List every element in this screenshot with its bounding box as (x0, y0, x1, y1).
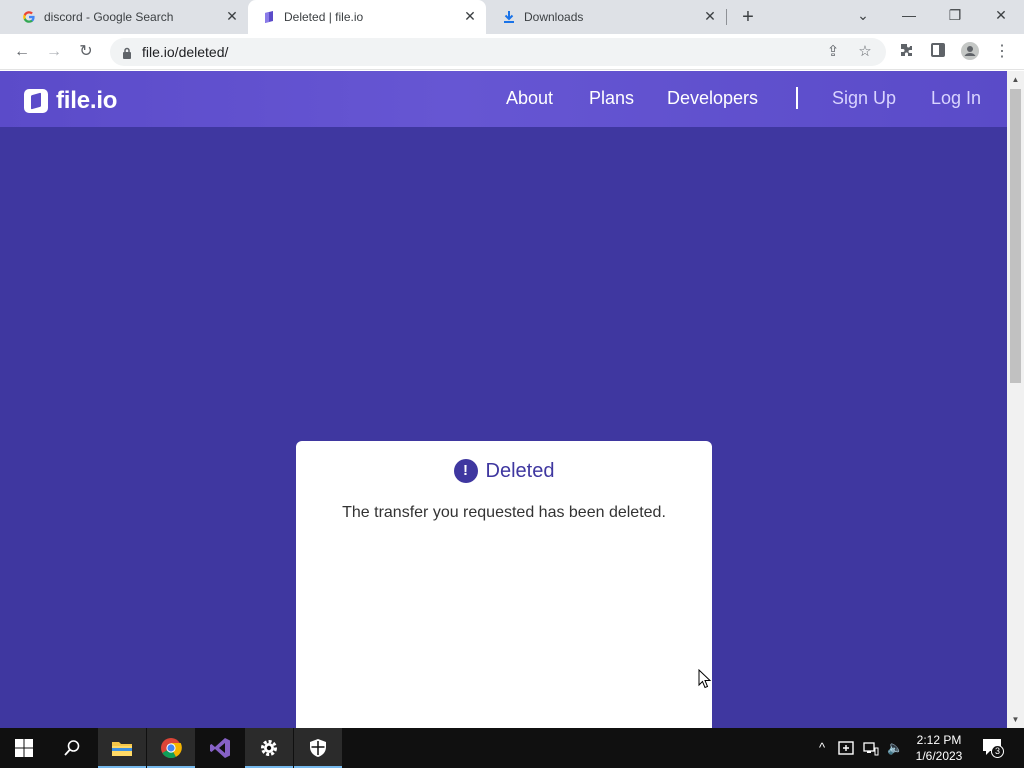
scroll-thumb[interactable] (1010, 89, 1021, 383)
search-icon (64, 740, 80, 756)
clock-date: 1/6/2023 (915, 749, 963, 763)
forward-icon[interactable]: → (44, 42, 64, 62)
fileio-logo-icon (24, 89, 48, 113)
security-button[interactable] (294, 728, 342, 768)
system-clock[interactable]: 2:12 PM 1/6/2023 (906, 732, 972, 764)
download-icon (502, 10, 516, 24)
nav-developers-link[interactable]: Developers (667, 88, 758, 109)
address-bar[interactable]: file.io/deleted/ ⇪ ☆ (110, 38, 886, 66)
scroll-up-icon[interactable]: ▲ (1011, 75, 1020, 84)
search-button[interactable] (48, 728, 96, 768)
profile-avatar-icon[interactable] (960, 42, 980, 62)
close-tab-icon[interactable]: ✕ (224, 8, 240, 24)
nav-login-link[interactable]: Log In (931, 88, 981, 109)
minimize-icon[interactable]: — (896, 4, 922, 26)
tab-title: discord - Google Search (44, 10, 174, 24)
url-text: file.io/deleted/ (142, 44, 229, 60)
card-message: The transfer you requested has been dele… (342, 504, 666, 521)
share-icon[interactable]: ⇪ (824, 43, 842, 61)
deleted-card: ! Deleted The transfer you requested has… (296, 441, 712, 728)
fileio-logo[interactable]: file.io (24, 87, 117, 115)
restore-icon[interactable]: ❐ (942, 4, 968, 26)
windows-taskbar: ^ 🔈 2:12 PM 1/6/2023 3 (0, 728, 1024, 768)
fileio-favicon-icon (262, 10, 276, 24)
lock-icon[interactable] (122, 46, 132, 59)
windows-logo-icon (15, 739, 33, 757)
folder-icon (112, 742, 132, 756)
nav-divider (796, 87, 798, 109)
visual-studio-button[interactable] (196, 728, 244, 768)
settings-button[interactable] (245, 728, 293, 768)
tab-search-icon[interactable]: ⌄ (850, 4, 876, 26)
close-window-icon[interactable]: ✕ (988, 4, 1014, 26)
scroll-down-icon[interactable]: ▼ (1011, 715, 1020, 724)
exclamation-icon: ! (453, 459, 478, 483)
page-scrollbar[interactable]: ▲ ▼ (1007, 71, 1024, 728)
nav-signup-link[interactable]: Sign Up (832, 88, 896, 109)
tab-downloads[interactable]: Downloads ✕ (488, 0, 724, 34)
google-favicon-icon (22, 10, 36, 24)
shield-icon (310, 739, 326, 757)
start-button[interactable] (0, 728, 48, 768)
tray-app-icon[interactable] (838, 740, 854, 756)
nav-about-link[interactable]: About (506, 88, 553, 109)
side-panel-icon[interactable] (928, 42, 948, 62)
screen: discord - Google Search ✕ Deleted | file… (0, 0, 1024, 768)
mouse-cursor-icon (698, 668, 712, 689)
reload-icon[interactable]: ↻ (76, 42, 96, 62)
tab-title: Downloads (524, 10, 584, 24)
extensions-icon[interactable] (896, 42, 916, 62)
tab-fileio[interactable]: Deleted | file.io ✕ (248, 0, 486, 34)
close-tab-icon[interactable]: ✕ (462, 8, 478, 24)
file-explorer-button[interactable] (98, 728, 146, 768)
tab-strip: discord - Google Search ✕ Deleted | file… (0, 0, 1024, 34)
nav-plans-link[interactable]: Plans (589, 88, 634, 109)
tab-google-search[interactable]: discord - Google Search ✕ (8, 0, 244, 34)
card-title: Deleted (485, 459, 555, 482)
chrome-button[interactable] (147, 728, 195, 768)
page-content: file.io About Plans Developers Sign Up L… (0, 71, 1007, 728)
network-icon[interactable] (863, 740, 879, 756)
notification-count-badge: 3 (991, 745, 1004, 758)
tab-separator (726, 9, 727, 25)
card-header: ! Deleted (296, 459, 712, 483)
bookmark-star-icon[interactable]: ☆ (856, 43, 874, 61)
chrome-icon (161, 738, 182, 759)
close-tab-icon[interactable]: ✕ (702, 8, 718, 24)
logo-text: file.io (56, 87, 118, 114)
new-tab-button[interactable]: + (738, 7, 758, 27)
tray-chevron-icon[interactable]: ^ (814, 740, 830, 756)
menu-dots-icon[interactable]: ⋮ (992, 42, 1012, 62)
clock-time: 2:12 PM (916, 733, 962, 747)
notification-center-icon[interactable]: 3 (982, 738, 1004, 758)
visual-studio-icon (210, 738, 230, 758)
gear-icon (261, 740, 277, 756)
back-icon[interactable]: ← (12, 42, 32, 62)
volume-icon[interactable]: 🔈 (887, 740, 903, 756)
site-navbar: file.io About Plans Developers Sign Up L… (0, 71, 1007, 127)
browser-toolbar: ← → ↻ file.io/deleted/ ⇪ ☆ ⋮ (0, 34, 1024, 70)
tab-title: Deleted | file.io (284, 10, 364, 24)
